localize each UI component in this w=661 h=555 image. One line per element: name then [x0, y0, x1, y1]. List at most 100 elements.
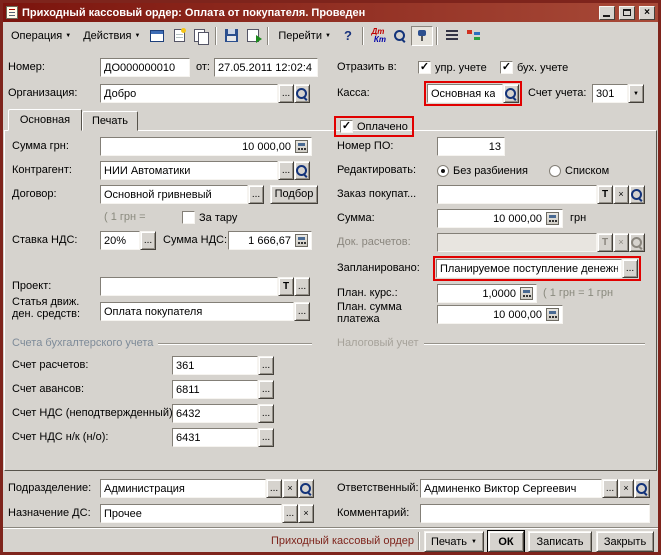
highlight-planned: Планируемое поступление денежны ...	[433, 256, 641, 281]
clear-button[interactable]: ×	[618, 479, 634, 498]
maximize-button[interactable]	[619, 5, 635, 20]
doc-type-label: Приходный кассовый ордер	[270, 535, 414, 547]
tab-pechat[interactable]: Печать	[82, 111, 138, 131]
dtkt-button[interactable]: Дт Кт	[367, 26, 389, 46]
comment-input[interactable]	[420, 504, 650, 523]
post-button[interactable]	[242, 26, 264, 46]
check-icon: ✓	[419, 60, 430, 73]
tab-panel	[4, 130, 657, 471]
purpose-input[interactable]: Прочее	[100, 504, 282, 523]
magnifier-icon	[300, 482, 312, 495]
highlight-paid: ✓ Оплачено	[334, 116, 414, 137]
document-icon	[6, 6, 18, 19]
titlebar: Приходный кассовый ордер: Оплата от поку…	[3, 3, 658, 22]
toolbar-separator	[215, 26, 218, 45]
magnifier-icon	[505, 87, 517, 100]
purpose-label: Назначение ДС:	[8, 507, 91, 519]
magnifier-icon	[636, 482, 648, 495]
dropdown-arrow-icon: ▼	[324, 33, 331, 39]
section-line	[423, 343, 645, 345]
dropdown-arrow-icon: ▼	[471, 539, 477, 545]
responsible-input[interactable]: Админенко Виктор Сергеевич	[420, 479, 602, 498]
tax-section: Налоговый учет	[337, 337, 645, 349]
clear-button[interactable]: ×	[282, 479, 298, 498]
kassa-label: Касса:	[337, 87, 370, 99]
copy-button[interactable]	[190, 26, 212, 46]
kassa-input[interactable]: Основная ка	[427, 84, 503, 103]
pin-button[interactable]	[410, 25, 433, 46]
organization-label: Организация:	[8, 87, 78, 99]
toolbar-separator	[435, 26, 438, 45]
clear-button[interactable]: ×	[298, 504, 314, 523]
number-label: Номер:	[8, 61, 45, 73]
toolbar-separator	[267, 26, 270, 45]
new-document-button[interactable]	[168, 26, 190, 46]
operation-menu-button[interactable]: Операция ▼	[5, 25, 77, 47]
actions-menu-button[interactable]: Действия ▼	[77, 25, 146, 47]
print-button[interactable]: Печать ▼	[424, 531, 484, 552]
reflect-label: Отразить в:	[337, 61, 397, 73]
department-label: Подразделение:	[8, 482, 92, 494]
document-window: Приходный кассовый ордер: Оплата от поку…	[0, 0, 661, 555]
dtkt-icon: Дт Кт	[371, 26, 386, 44]
choose-button[interactable]: ...	[282, 504, 298, 523]
account-input[interactable]: 301	[592, 84, 628, 103]
window-title: Приходный кассовый ордер: Оплата от поку…	[22, 6, 366, 19]
lookup-button[interactable]	[503, 84, 519, 103]
close-window-button[interactable]: Закрыть	[596, 531, 654, 552]
choose-button[interactable]: ...	[278, 84, 294, 103]
dropdown-arrow-icon: ▼	[65, 33, 72, 39]
copy-icon	[194, 28, 210, 45]
upr-uchet-label: упр. учете	[435, 61, 487, 74]
footer-separator	[3, 527, 658, 529]
choose-button[interactable]: ...	[622, 259, 638, 278]
pin-icon	[417, 29, 427, 42]
planned-operation-input[interactable]: Планируемое поступление денежны	[436, 259, 622, 278]
lookup-button[interactable]	[298, 479, 314, 498]
upr-uchet-checkbox[interactable]: ✓	[418, 61, 431, 74]
open-form-button[interactable]	[146, 26, 168, 46]
goto-menu-button[interactable]: Перейти ▼	[272, 25, 337, 47]
new-document-icon	[173, 28, 186, 42]
minimize-button[interactable]	[599, 5, 615, 20]
list-icon	[445, 30, 458, 41]
save-icon	[224, 29, 238, 42]
accounts-section: Счета бухгалтерского учета	[12, 337, 312, 349]
structure-button[interactable]	[463, 26, 485, 46]
find-button[interactable]	[389, 26, 411, 46]
department-input[interactable]: Администрация	[100, 479, 266, 498]
account-label: Счет учета:	[528, 87, 587, 99]
toolbar: Операция ▼ Действия ▼ Перейти ▼ ? Дт Кт	[3, 22, 658, 49]
ok-button[interactable]: ОК	[488, 531, 524, 552]
list-button[interactable]	[441, 26, 463, 46]
post-icon	[247, 29, 263, 43]
lookup-button[interactable]	[294, 84, 310, 103]
close-button[interactable]: ×	[639, 5, 655, 20]
choose-button[interactable]: ...	[266, 479, 282, 498]
form-icon	[150, 29, 165, 42]
save-record-button[interactable]: Записать	[528, 531, 592, 552]
highlight-kassa: Основная ка	[424, 81, 522, 106]
magnifier-icon	[296, 87, 308, 100]
organization-input[interactable]: Добро	[100, 84, 278, 103]
buh-uchet-label: бух. учете	[517, 61, 569, 74]
lookup-button[interactable]	[634, 479, 650, 498]
date-input[interactable]: 27.05.2011 12:02:4	[214, 58, 318, 77]
check-icon: ✓	[341, 119, 352, 132]
structure-icon	[466, 29, 481, 42]
number-input[interactable]: ДО000000010	[100, 58, 190, 77]
check-icon: ✓	[501, 60, 512, 73]
help-button[interactable]: ?	[337, 26, 359, 46]
paid-checkbox[interactable]: ✓	[340, 120, 353, 133]
tab-osnovnaya[interactable]: Основная	[8, 109, 82, 131]
buh-uchet-checkbox[interactable]: ✓	[500, 61, 513, 74]
account-dropdown-button[interactable]: ▼	[628, 84, 644, 103]
choose-button[interactable]: ...	[602, 479, 618, 498]
maximize-icon	[623, 9, 631, 16]
comment-label: Комментарий:	[337, 507, 410, 519]
save-button[interactable]	[220, 26, 242, 46]
footer-vsep	[418, 532, 420, 550]
help-icon: ?	[343, 28, 352, 43]
dropdown-arrow-icon: ▼	[134, 33, 141, 39]
section-line	[158, 343, 312, 345]
